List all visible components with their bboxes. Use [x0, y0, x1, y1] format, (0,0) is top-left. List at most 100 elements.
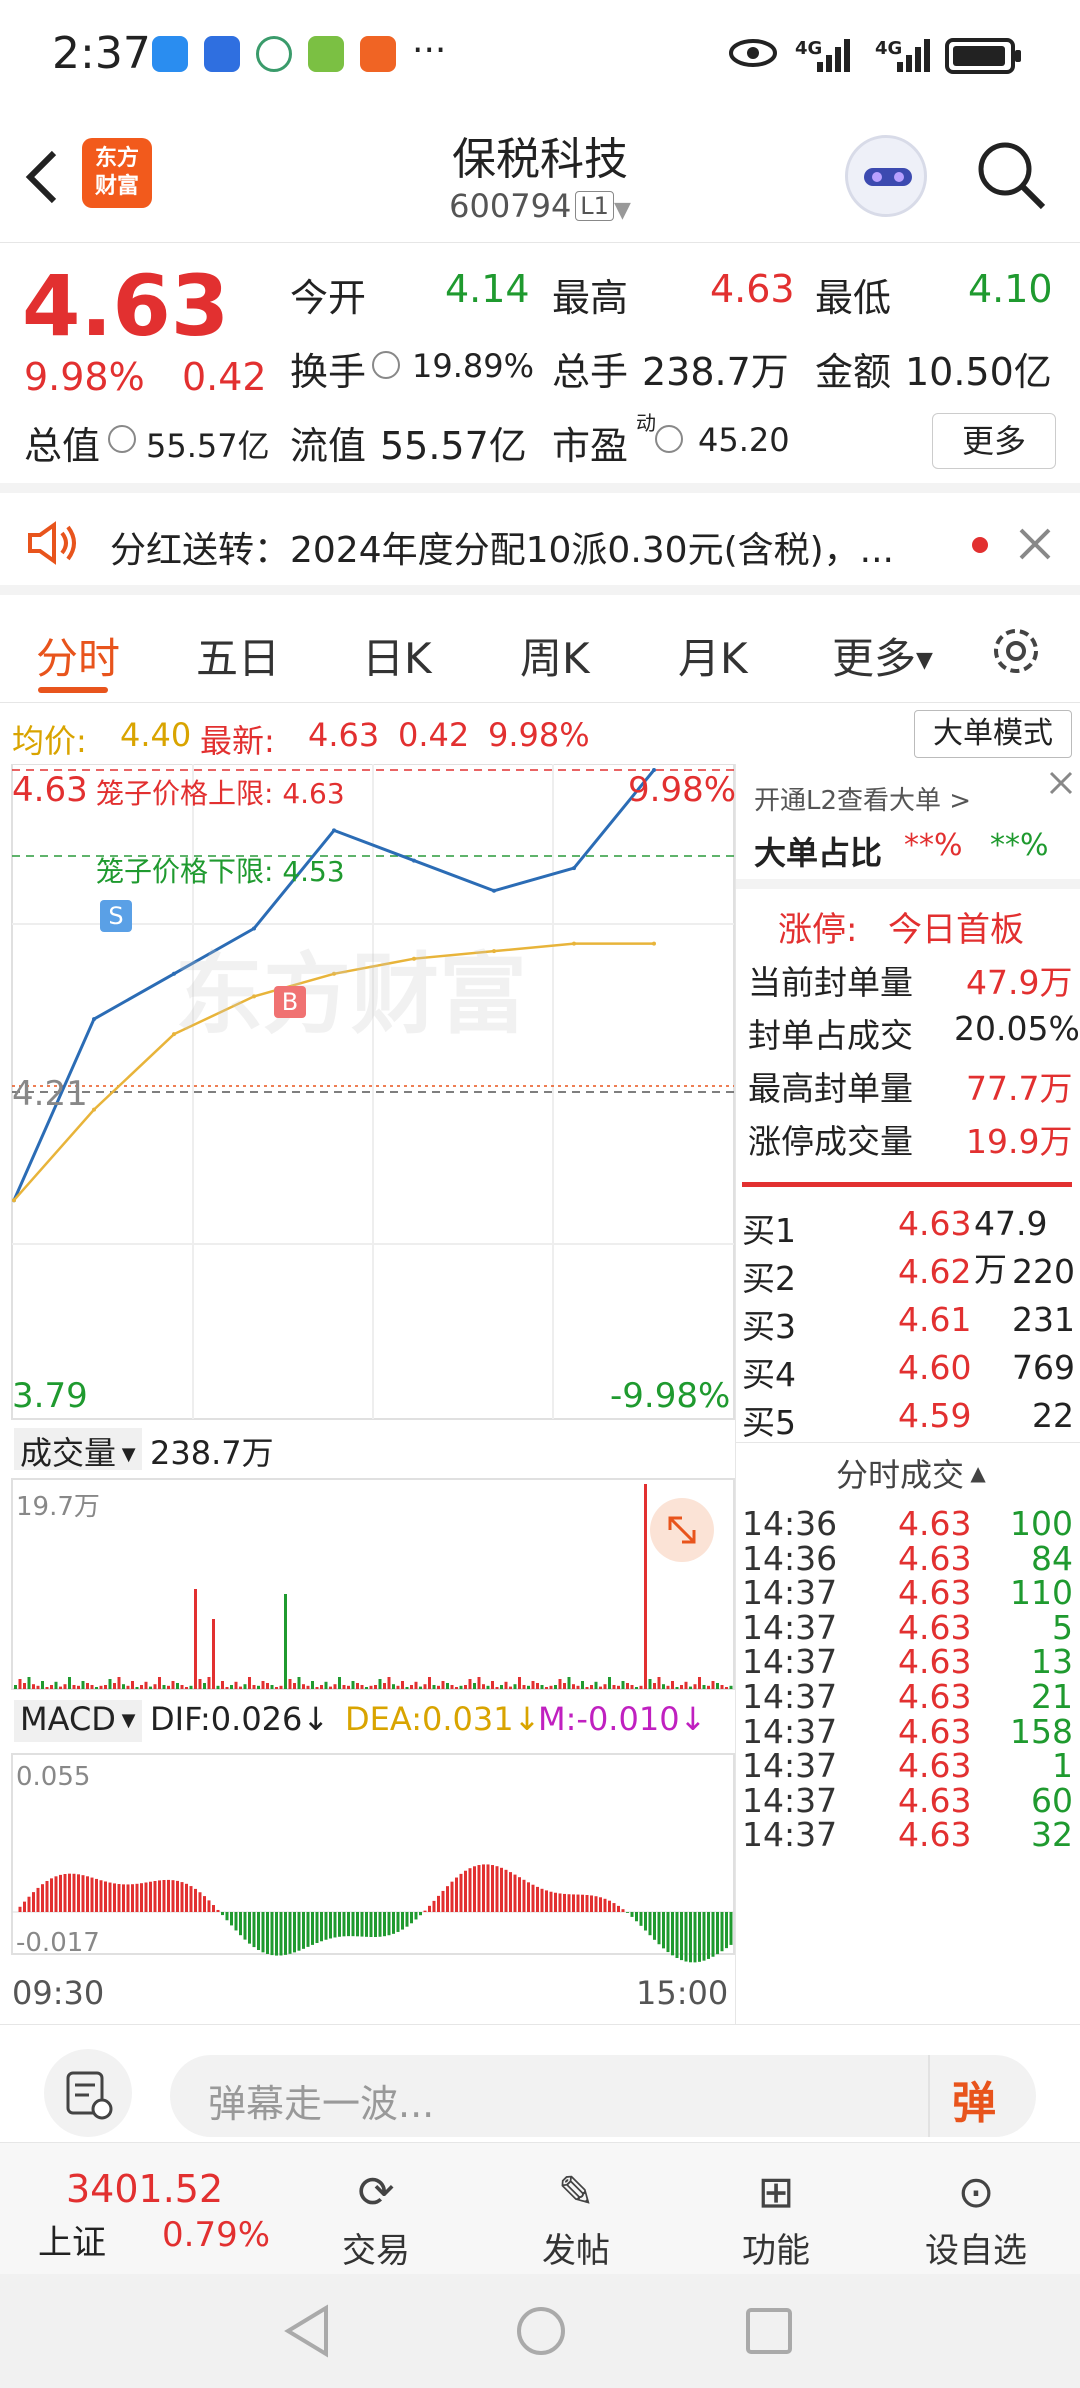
- macd-bar: [270, 1912, 274, 1956]
- seal-row-label: 涨停成交量: [748, 1122, 913, 1161]
- nav-watchlist[interactable]: ⊙ 设自选: [896, 2163, 1056, 2272]
- bid-volume: 769: [1012, 1348, 1075, 1387]
- bottom-nav: 3401.52 上证 0.79% ⟳ 交易 ✎ 发帖 ⊞ 功能 ⊙ 设自选: [0, 2142, 1080, 2274]
- macd-bar: [108, 1882, 112, 1912]
- macd-bar: [297, 1912, 301, 1951]
- tab-daily-k[interactable]: 日K: [362, 625, 432, 686]
- bid-price: 4.62: [898, 1252, 972, 1291]
- close-icon[interactable]: [1018, 527, 1052, 561]
- tick-row: 14:36 4.63 100: [736, 1504, 1080, 1543]
- index-ticker[interactable]: 3401.52 上证 0.79%: [0, 2143, 270, 2275]
- volume-bar: [491, 1681, 494, 1689]
- nav-post[interactable]: ✎ 发帖: [496, 2163, 656, 2272]
- info-icon[interactable]: [372, 351, 400, 379]
- seal-row-label: 封单占成交: [748, 1016, 913, 1055]
- macd-selector[interactable]: MACD ▼: [14, 1700, 142, 1742]
- macd-bar: [455, 1877, 458, 1912]
- volume-bar: [351, 1681, 355, 1689]
- macd-bar: [630, 1912, 634, 1917]
- open-value: 4.14: [445, 267, 530, 311]
- l2-upgrade-link[interactable]: 开通L2查看大单 >: [754, 780, 971, 817]
- dividend-notice[interactable]: 分红送转：2024年度分配10派0.30元(含税)，...: [0, 493, 1080, 595]
- volume-value: 238.7万: [642, 350, 789, 394]
- search-icon[interactable]: [975, 139, 1047, 211]
- expand-icon[interactable]: [650, 1498, 714, 1562]
- volume-bar: [455, 1687, 458, 1689]
- system-nav-bar: [0, 2274, 1080, 2388]
- divider: [736, 1442, 1080, 1443]
- info-icon[interactable]: [108, 425, 136, 453]
- big-order-mode-button[interactable]: 大单模式: [914, 710, 1072, 758]
- volume-bar: [522, 1685, 526, 1689]
- volume-bar: [315, 1687, 319, 1689]
- volume-bar: [441, 1681, 445, 1689]
- macd-bar: [387, 1912, 391, 1936]
- volume-bar: [104, 1685, 107, 1689]
- recents-square-icon[interactable]: [744, 2306, 794, 2356]
- back-triangle-icon[interactable]: [282, 2304, 332, 2358]
- close-icon[interactable]: [1048, 770, 1074, 796]
- macd-bar: [725, 1912, 728, 1949]
- volume-bar: [167, 1685, 170, 1689]
- volume-bar: [158, 1677, 161, 1689]
- volume-bar: [693, 1684, 697, 1689]
- gear-icon[interactable]: [990, 625, 1042, 677]
- tab-more[interactable]: 更多▼: [832, 625, 933, 686]
- tab-intraday[interactable]: 分时: [36, 625, 120, 686]
- macd-bar: [603, 1898, 607, 1912]
- tab-five-day[interactable]: 五日: [196, 625, 280, 686]
- robot-assistant-avatar[interactable]: [845, 135, 927, 217]
- macd-bar: [68, 1873, 71, 1912]
- macd-bar: [315, 1912, 319, 1944]
- sell-marker[interactable]: S: [100, 900, 132, 932]
- ticks-header[interactable]: 分时成交 ▲: [836, 1450, 986, 1496]
- volume-bar: [428, 1677, 431, 1689]
- macd-bar: [302, 1912, 305, 1949]
- volume-selector[interactable]: 成交量 ▼: [14, 1428, 142, 1472]
- bid-price: 4.63: [898, 1204, 972, 1243]
- macd-bar: [657, 1912, 661, 1945]
- volume-bar: [117, 1677, 121, 1689]
- volume-bar: [711, 1681, 715, 1689]
- seal-row-value: 47.9万: [966, 963, 1073, 1002]
- danmu-settings-icon[interactable]: [44, 2049, 132, 2137]
- info-icon[interactable]: [655, 425, 683, 453]
- macd-bar: [36, 1887, 40, 1912]
- volume-bar: [59, 1686, 62, 1689]
- macd-bar: [486, 1864, 490, 1912]
- macd-bar: [558, 1893, 562, 1912]
- macd-bar: [621, 1909, 625, 1912]
- volume-bar: [239, 1686, 242, 1689]
- macd-bar: [180, 1882, 184, 1912]
- tick-price: 4.63: [898, 1746, 972, 1786]
- danmu-send-button[interactable]: 弹: [928, 2055, 1036, 2137]
- macd-bar: [117, 1884, 121, 1912]
- tab-monthly-k[interactable]: 月K: [678, 625, 748, 686]
- volume-bar: [725, 1687, 728, 1689]
- volume-bar: [176, 1683, 179, 1689]
- more-button[interactable]: 更多: [932, 413, 1056, 469]
- danmu-input[interactable]: 弹幕走一波... 弹: [170, 2055, 1036, 2137]
- stock-header: 东方 财富 保税科技 600794 L1 ▼: [0, 115, 1080, 243]
- buy-marker[interactable]: B: [274, 986, 306, 1018]
- volume-bar: [243, 1684, 247, 1689]
- danmu-placeholder: 弹幕走一波...: [208, 2082, 435, 2126]
- nav-functions[interactable]: ⊞ 功能: [696, 2163, 856, 2272]
- tick-row: 14:36 4.63 84: [736, 1539, 1080, 1578]
- macd-bar: [419, 1912, 422, 1916]
- volume-bar: [77, 1685, 80, 1689]
- nav-trade[interactable]: ⟳ 交易: [296, 2163, 456, 2272]
- macd-bar: [212, 1905, 215, 1912]
- turnover-value: 19.89%: [412, 347, 535, 385]
- macd-bar: [239, 1912, 242, 1936]
- home-circle-icon[interactable]: [514, 2304, 568, 2358]
- period-tabs: 分时 五日 日K 周K 月K 更多▼: [0, 595, 1080, 703]
- macd-bar: [693, 1912, 697, 1963]
- volume-bars: [14, 1484, 733, 1689]
- volume-bar: [698, 1677, 701, 1689]
- tick-time: 14:37: [742, 1746, 838, 1786]
- tab-weekly-k[interactable]: 周K: [520, 625, 590, 686]
- macd-top-label: 0.055: [16, 1762, 91, 1792]
- intraday-chart[interactable]: 东方财富 4.63 9.98% 笼子价格上限: 4.63 笼子价格下限: 4.5…: [0, 763, 736, 2024]
- change-amount: 0.42: [182, 355, 267, 399]
